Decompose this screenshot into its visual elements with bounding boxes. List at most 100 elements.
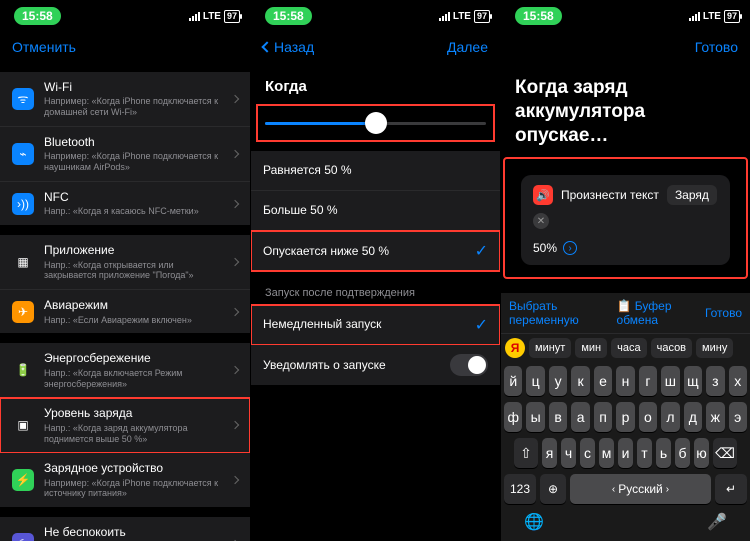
- row-label: Уровень заряда: [44, 406, 222, 420]
- key-м[interactable]: м: [599, 438, 614, 468]
- kb-done-button[interactable]: Готово: [705, 306, 742, 320]
- key-ю[interactable]: ю: [694, 438, 709, 468]
- action-highlight: 🔊 Произнести текст Заряд ✕ 50% ›: [505, 159, 746, 277]
- check-icon: ✓: [475, 315, 488, 335]
- chevron-left-icon: [261, 41, 272, 52]
- key-д[interactable]: д: [684, 402, 702, 432]
- key-в[interactable]: в: [549, 402, 567, 432]
- key-е[interactable]: е: [594, 366, 612, 396]
- run-option[interactable]: Уведомлять о запуске: [251, 345, 500, 385]
- trigger-row[interactable]: ›)) NFC Напр.: «Когда я касаюсь NFC-метк…: [0, 182, 250, 225]
- slider-highlight: [257, 105, 494, 141]
- run-option[interactable]: Немедленный запуск✓: [251, 305, 500, 345]
- key-ш[interactable]: ш: [661, 366, 679, 396]
- bt-icon: ⌁: [12, 143, 34, 165]
- action-label: Произнести текст: [561, 188, 659, 202]
- key-у[interactable]: у: [549, 366, 567, 396]
- key-щ[interactable]: щ: [684, 366, 702, 396]
- text-value[interactable]: Заряд: [667, 185, 717, 205]
- suggestion[interactable]: мин: [575, 338, 607, 358]
- space-key[interactable]: ‹Русский›: [570, 474, 711, 504]
- globe-icon[interactable]: 🌐: [524, 512, 544, 532]
- trigger-list[interactable]: ᯤ Wi-Fi Например: «Когда iPhone подключа…: [0, 72, 250, 541]
- suggestion[interactable]: минут: [529, 338, 571, 358]
- key-й[interactable]: й: [504, 366, 522, 396]
- toggle-switch[interactable]: [450, 354, 488, 376]
- key-т[interactable]: т: [637, 438, 652, 468]
- trigger-row[interactable]: 🔋 Энергосбережение Напр.: «Когда включае…: [0, 343, 250, 398]
- key-ы[interactable]: ы: [526, 402, 544, 432]
- chevron-right-icon: [231, 95, 239, 103]
- row-label: Энергосбережение: [44, 351, 222, 365]
- status-bar: 15:58 LTE 97: [501, 0, 750, 32]
- backspace-key[interactable]: ⌫: [713, 438, 737, 468]
- speak-text-action[interactable]: 🔊 Произнести текст Заряд ✕ 50% ›: [521, 175, 730, 265]
- battery-slider[interactable]: [265, 109, 486, 137]
- mic-icon[interactable]: 🎤: [707, 512, 727, 532]
- app-icon: ▦: [12, 251, 34, 273]
- battery-icon: 97: [474, 10, 490, 23]
- next-keyboard-key[interactable]: ⊕: [540, 474, 566, 504]
- done-button[interactable]: Готово: [695, 39, 738, 55]
- back-button[interactable]: Назад: [263, 39, 314, 55]
- key-б[interactable]: б: [675, 438, 690, 468]
- trigger-row[interactable]: ✈ Авиарежим Напр.: «Если Авиарежим включ…: [0, 290, 250, 333]
- plane-icon: ✈: [12, 301, 34, 323]
- time-pill: 15:58: [14, 7, 61, 25]
- threshold-option[interactable]: Опускается ниже 50 %✓: [251, 231, 500, 271]
- row-label: Bluetooth: [44, 135, 222, 149]
- key-г[interactable]: г: [639, 366, 657, 396]
- key-ж[interactable]: ж: [706, 402, 724, 432]
- clipboard-button[interactable]: 📋 Буфер обмена: [617, 299, 705, 327]
- suggestion[interactable]: часов: [651, 338, 692, 358]
- pick-variable-button[interactable]: Выбрать переменную: [509, 299, 617, 327]
- shift-key[interactable]: ⇧: [514, 438, 538, 468]
- expand-icon[interactable]: ›: [563, 241, 577, 255]
- key-х[interactable]: х: [729, 366, 747, 396]
- row-subtitle: Напр.: «Когда заряд аккумулятора подниме…: [44, 423, 222, 445]
- clear-icon[interactable]: ✕: [533, 213, 549, 229]
- row-label: Не беспокоить: [44, 525, 222, 539]
- return-key[interactable]: ↵: [715, 474, 747, 504]
- key-ц[interactable]: ц: [526, 366, 544, 396]
- key-ф[interactable]: ф: [504, 402, 522, 432]
- key-р[interactable]: р: [616, 402, 634, 432]
- chevron-right-icon: [231, 307, 239, 315]
- phone-battery-config: 15:58 LTE 97 Назад Далее Когда Равняется…: [250, 0, 500, 541]
- trigger-row[interactable]: ᯤ Wi-Fi Например: «Когда iPhone подключа…: [0, 72, 250, 127]
- next-button[interactable]: Далее: [447, 39, 488, 55]
- trigger-row[interactable]: ▦ Приложение Напр.: «Когда открывается и…: [0, 235, 250, 290]
- group-header: Запуск после подтверждения: [251, 271, 500, 305]
- key-ч[interactable]: ч: [561, 438, 576, 468]
- suggestion[interactable]: часа: [611, 338, 646, 358]
- row-label: Wi-Fi: [44, 80, 222, 94]
- battery-icon: 97: [224, 10, 240, 23]
- key-п[interactable]: п: [594, 402, 612, 432]
- key-ь[interactable]: ь: [656, 438, 671, 468]
- suggestion[interactable]: мину: [696, 338, 733, 358]
- yandex-icon[interactable]: Я: [505, 338, 525, 358]
- key-а[interactable]: а: [571, 402, 589, 432]
- chevron-right-icon: [231, 199, 239, 207]
- key-л[interactable]: л: [661, 402, 679, 432]
- trigger-row[interactable]: ☾ Не беспокоить Напр.: «Когда включается…: [0, 517, 250, 541]
- trigger-row[interactable]: ▣ Уровень заряда Напр.: «Когда заряд акк…: [0, 398, 250, 453]
- key-я[interactable]: я: [542, 438, 557, 468]
- key-с[interactable]: с: [580, 438, 595, 468]
- cancel-button[interactable]: Отменить: [12, 39, 76, 55]
- threshold-option[interactable]: Равняется 50 %: [251, 151, 500, 191]
- trigger-row[interactable]: ⌁ Bluetooth Например: «Когда iPhone подк…: [0, 127, 250, 182]
- key-и[interactable]: и: [618, 438, 633, 468]
- numbers-key[interactable]: 123: [504, 474, 536, 504]
- trigger-row[interactable]: ⚡ Зарядное устройство Например: «Когда i…: [0, 453, 250, 507]
- status-bar: 15:58 LTE 97: [251, 0, 500, 32]
- key-з[interactable]: з: [706, 366, 724, 396]
- key-э[interactable]: э: [729, 402, 747, 432]
- key-н[interactable]: н: [616, 366, 634, 396]
- threshold-option[interactable]: Больше 50 %: [251, 191, 500, 231]
- key-о[interactable]: о: [639, 402, 657, 432]
- threshold-options: Равняется 50 %Больше 50 %Опускается ниже…: [251, 151, 500, 271]
- row-label: Авиарежим: [44, 298, 222, 312]
- key-к[interactable]: к: [571, 366, 589, 396]
- row-label: Приложение: [44, 243, 222, 257]
